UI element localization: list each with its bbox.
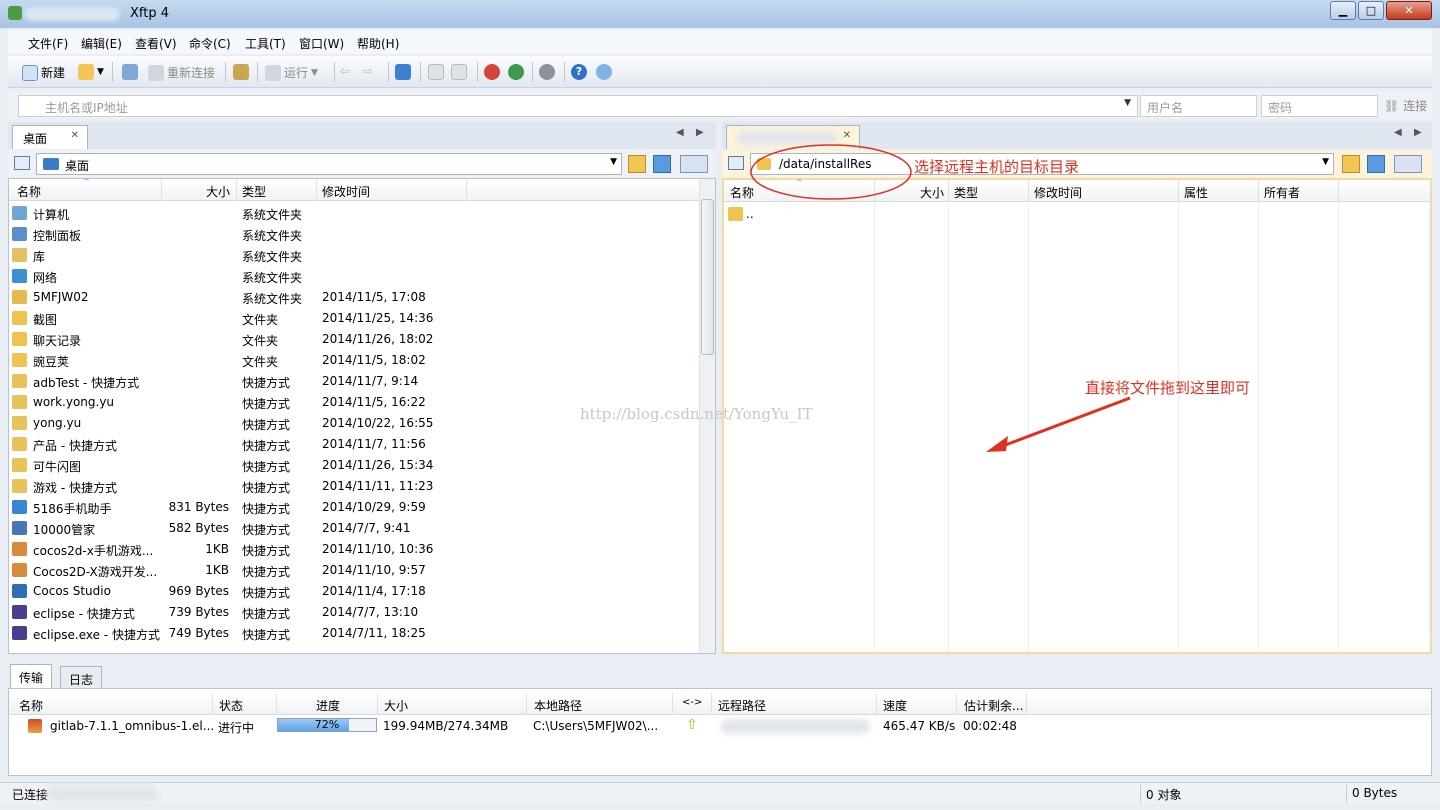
redacted-remote-path: [720, 719, 870, 734]
column-size[interactable]: 大小: [384, 697, 408, 714]
column-divider[interactable]: [711, 693, 712, 715]
transfer-progress-bar: 72%: [277, 718, 377, 732]
column-divider[interactable]: [377, 693, 378, 715]
column-divider[interactable]: [1026, 693, 1027, 715]
column-divider[interactable]: [276, 693, 277, 715]
column-divider[interactable]: [956, 693, 957, 715]
annotation-drag-hint: 直接将文件拖到这里即可: [1085, 379, 1251, 397]
upload-arrow-icon: ⇧: [686, 717, 698, 733]
status-bar: 已连接 0 对象 0 Bytes: [0, 782, 1440, 804]
annotation-path-hint: 选择远程主机的目标目录: [914, 158, 1080, 176]
column-divider[interactable]: [672, 693, 673, 715]
object-count: 0 对象: [1146, 788, 1182, 802]
column-divider[interactable]: [212, 693, 213, 715]
status-divider: [1140, 785, 1141, 803]
column-divider[interactable]: [526, 693, 527, 715]
watermark: http://blog.csdn.net/YongYu_IT: [580, 405, 813, 423]
transfer-column-header: 名称 状态 进度 大小 本地路径 <-> 远程路径 速度 估计剩余...: [9, 693, 1431, 715]
column-direction[interactable]: <->: [682, 697, 702, 708]
tab-transfer[interactable]: 传输: [10, 664, 53, 688]
archive-file-icon: [28, 719, 42, 733]
column-remote-path[interactable]: 远程路径: [718, 697, 766, 714]
highlight-ellipse: [750, 144, 912, 200]
progress-label: 72%: [314, 718, 340, 731]
column-remaining[interactable]: 估计剩余...: [964, 697, 1023, 714]
redacted-status-detail: [46, 786, 158, 801]
status-divider: [1346, 785, 1347, 803]
column-local-path[interactable]: 本地路径: [534, 697, 582, 714]
column-name[interactable]: 名称: [19, 697, 43, 714]
transfer-row[interactable]: gitlab-7.1.1_omnibus-1.el... 进行中 199.94M…: [8, 716, 1432, 737]
tab-log[interactable]: 日志: [60, 666, 103, 690]
column-status[interactable]: 状态: [219, 697, 243, 714]
xftp-window: Xftp 4 ▁ □ ✕ 文件(F) 编辑(E) 查看(V) 命令(C) 工具(…: [0, 0, 1440, 810]
drag-arrow-head: [986, 436, 1008, 452]
connection-status: 已连接: [12, 788, 49, 802]
column-divider[interactable]: [876, 693, 877, 715]
drag-arrow-shaft: [999, 396, 1131, 449]
total-bytes: 0 Bytes: [1352, 786, 1398, 800]
column-progress[interactable]: 进度: [316, 697, 340, 714]
column-speed[interactable]: 速度: [883, 697, 907, 714]
